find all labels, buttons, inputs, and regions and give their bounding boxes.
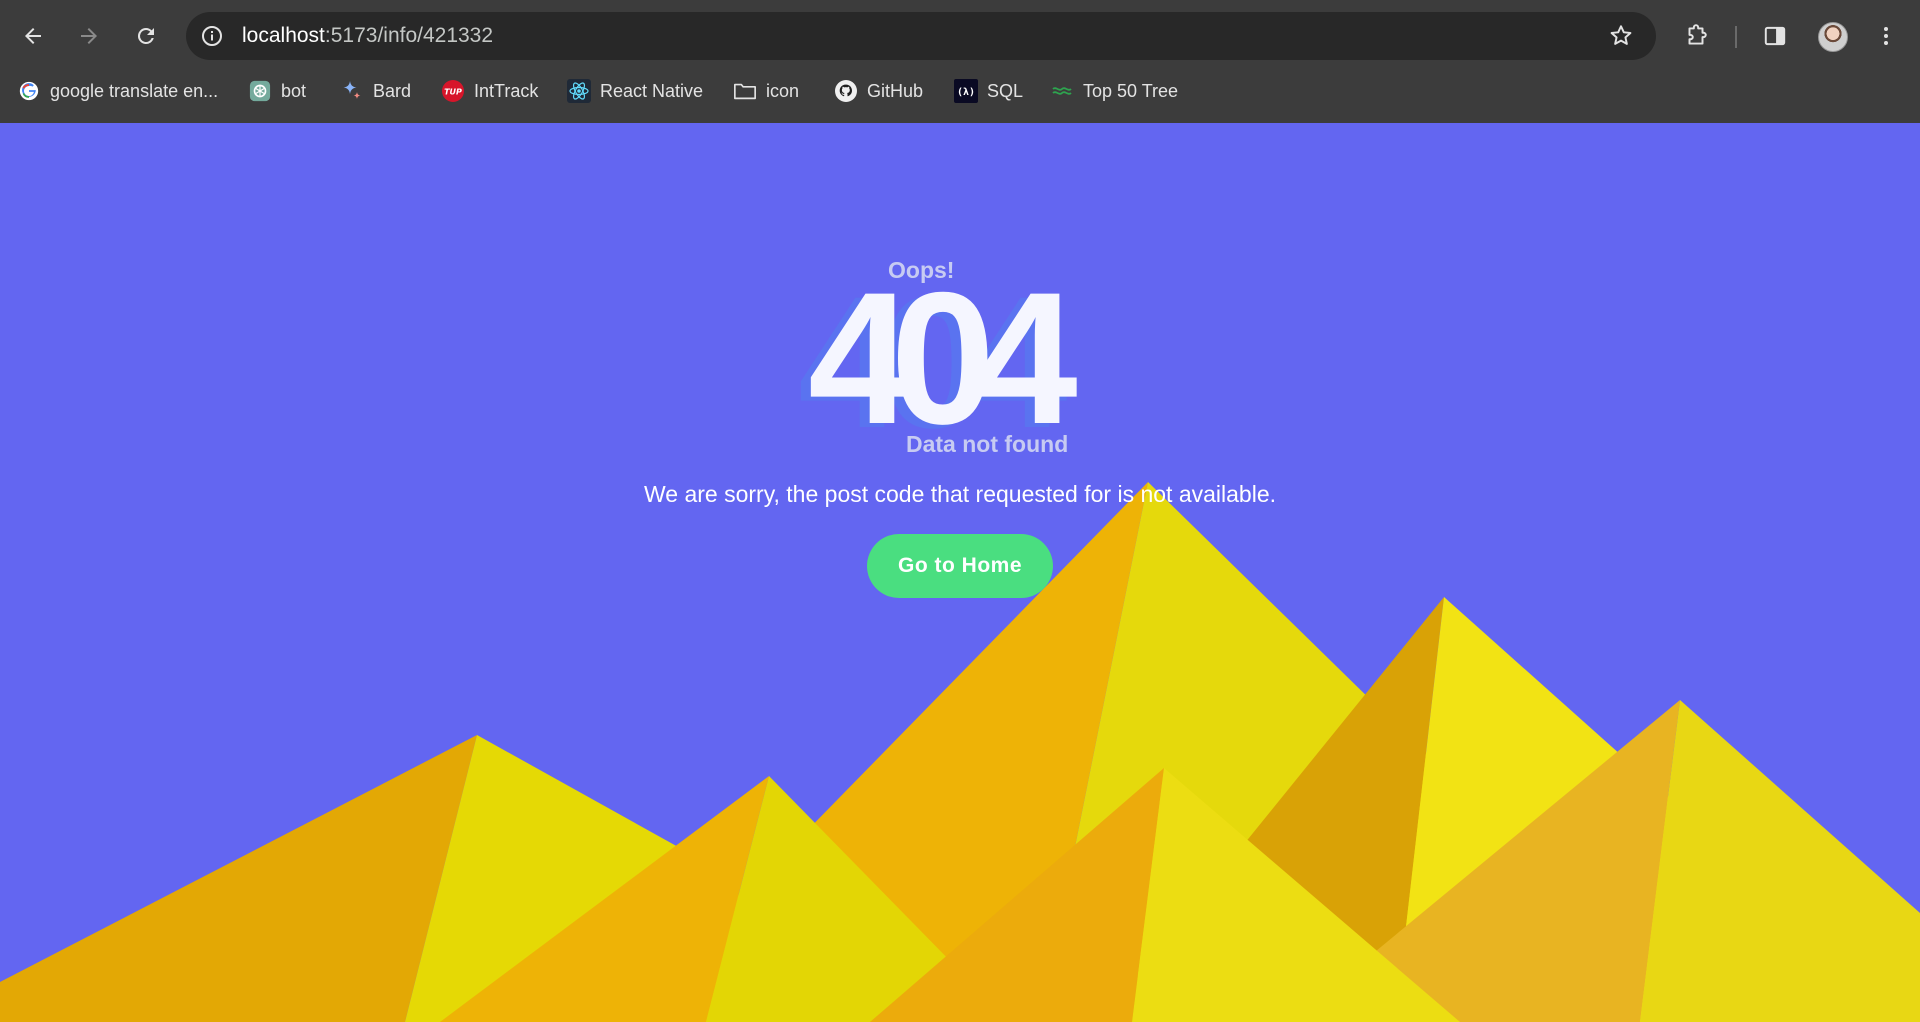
bookmark-bot[interactable]: bot [248, 73, 306, 109]
bookmark-label: SQL [987, 80, 1024, 101]
bookmark-label: React Native [600, 80, 704, 101]
reload-icon [137, 27, 154, 44]
error-subtitle: Data not found [906, 431, 1069, 457]
kebab-menu-icon [1884, 27, 1888, 45]
url-text[interactable]: localhost:5173/info/421332 [242, 24, 493, 48]
google-icon [17, 79, 41, 103]
tree-icon [1050, 79, 1074, 103]
bookmark-label: IntTrack [474, 80, 539, 101]
folder-icon [733, 79, 757, 103]
error-message: We are sorry, the post code that request… [644, 481, 1276, 507]
reload-button[interactable] [126, 16, 166, 56]
side-panel-icon [1764, 26, 1786, 46]
bookmarks-bar: google translate en... bot Bard TUP IntT… [0, 73, 1920, 123]
profile-avatar[interactable] [1818, 22, 1848, 52]
bookmark-label: Bard [373, 80, 412, 101]
bookmark-inttrack[interactable]: TUP IntTrack [441, 73, 538, 109]
bookmark-top-50-tree[interactable]: Top 50 Tree [1050, 73, 1178, 109]
browser-toolbar: localhost:5173/info/421332 [0, 0, 1920, 73]
bookmark-github[interactable]: GitHub [834, 73, 923, 109]
back-button[interactable] [13, 16, 53, 56]
bookmark-google-translate[interactable]: google translate en... [17, 73, 218, 109]
bookmark-folder-icon[interactable]: icon [733, 73, 799, 109]
svg-text:TUP: TUP [444, 88, 462, 97]
browser-chrome: localhost:5173/info/421332 google transl… [0, 0, 1920, 123]
toolbar-divider [1735, 26, 1737, 48]
freecodecamp-icon: (λ) [954, 79, 978, 103]
error-page: Oops! 404 404 Data not found We are sorr… [0, 123, 1920, 1022]
address-bar[interactable]: localhost:5173/info/421332 [186, 12, 1656, 60]
react-icon [567, 79, 591, 103]
bookmark-label: Top 50 Tree [1083, 80, 1179, 101]
info-icon [202, 26, 222, 46]
extensions-button[interactable] [1676, 16, 1716, 56]
side-panel-button[interactable] [1755, 16, 1795, 56]
puzzle-icon [1688, 24, 1707, 45]
error-code: 404 404 [798, 253, 1128, 463]
bookmark-label: icon [766, 80, 800, 101]
bookmark-label: GitHub [867, 80, 924, 101]
url-host: localhost [242, 24, 325, 47]
arrow-right-icon [81, 28, 97, 44]
tup-logo-icon: TUP [441, 79, 465, 103]
bard-sparkle-icon [340, 79, 364, 103]
chatgpt-icon [248, 79, 272, 103]
github-icon [834, 79, 858, 103]
site-info-button[interactable] [198, 22, 226, 50]
bookmark-sql[interactable]: (λ) SQL [954, 73, 1023, 109]
bookmark-react-native[interactable]: React Native [567, 73, 703, 109]
star-icon[interactable] [1608, 23, 1634, 49]
arrow-left-icon [25, 28, 41, 44]
error-code-text: 404 [808, 253, 1078, 463]
bookmark-bard[interactable]: Bard [340, 73, 411, 109]
bookmark-label: bot [281, 80, 307, 101]
url-path: :5173/info/421332 [324, 24, 494, 47]
bookmark-label: google translate en... [50, 80, 219, 101]
browser-menu-button[interactable] [1866, 16, 1906, 56]
go-home-button[interactable]: Go to Home [867, 534, 1053, 598]
svg-text:(λ): (λ) [957, 87, 975, 98]
forward-button[interactable] [69, 16, 109, 56]
error-content: Oops! 404 404 Data not found We are sorr… [0, 123, 1920, 1022]
